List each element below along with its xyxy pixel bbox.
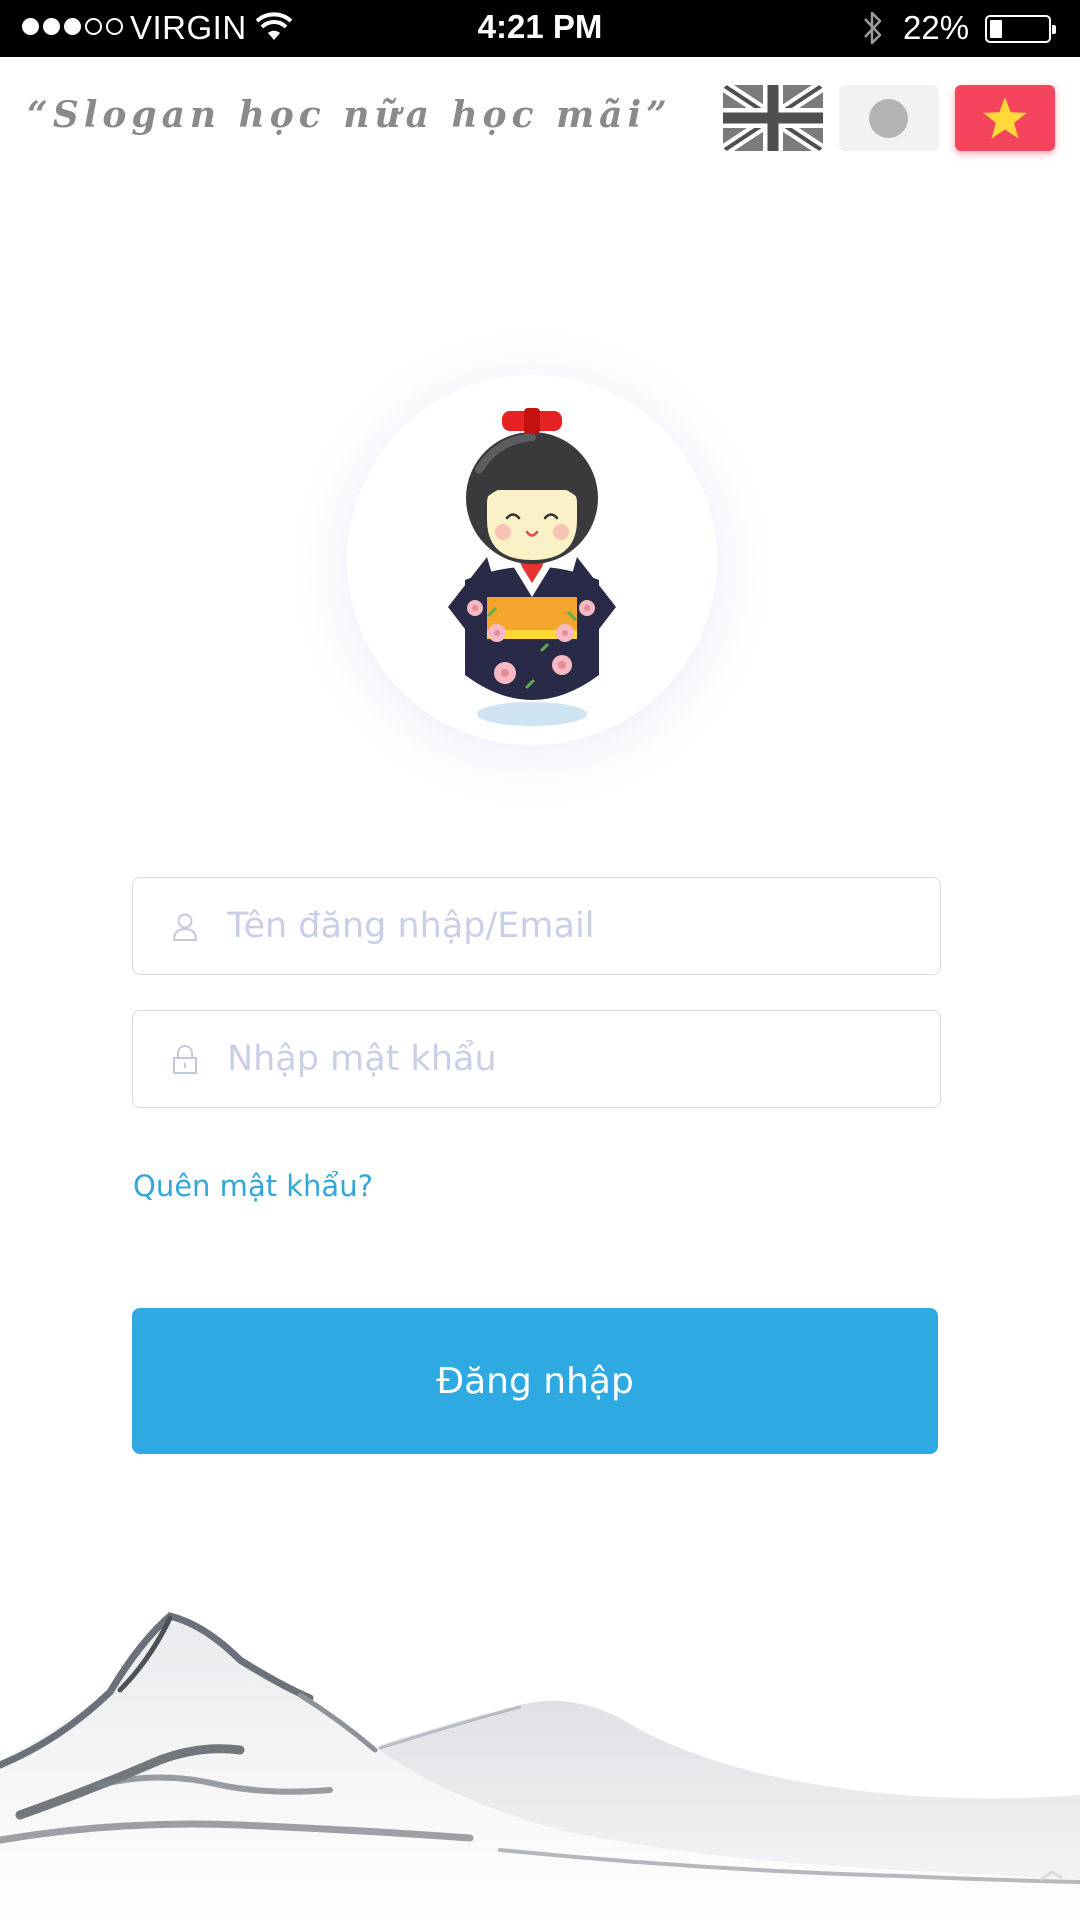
battery-fill (990, 20, 1002, 38)
forgot-password-link[interactable]: Quên mật khẩu? (133, 1169, 373, 1203)
slogan-text: “Slogan học nữa học mãi” (27, 94, 672, 136)
language-vietnamese-button[interactable] (955, 85, 1055, 151)
mountains-illustration (0, 1612, 1080, 1920)
language-english-button[interactable] (723, 85, 823, 151)
language-japanese-button[interactable] (839, 85, 939, 151)
password-field[interactable] (132, 1010, 941, 1108)
japan-flag-icon (869, 99, 908, 138)
username-input[interactable] (227, 896, 917, 956)
kokeshi-doll-icon (448, 408, 616, 726)
username-field[interactable] (132, 877, 941, 975)
battery-percentage: 22% (903, 9, 970, 46)
bluetooth-icon (864, 11, 882, 45)
status-bar: VIRGIN 4:21 PM 22% (0, 0, 1080, 57)
avatar (347, 375, 717, 745)
vietnam-flag-icon (983, 97, 1027, 139)
uk-flag-icon (723, 85, 823, 151)
battery-icon (985, 15, 1056, 43)
password-input[interactable] (227, 1029, 917, 1089)
user-icon (173, 913, 197, 941)
login-button[interactable]: Đăng nhập (132, 1308, 938, 1454)
lock-icon (173, 1045, 197, 1074)
